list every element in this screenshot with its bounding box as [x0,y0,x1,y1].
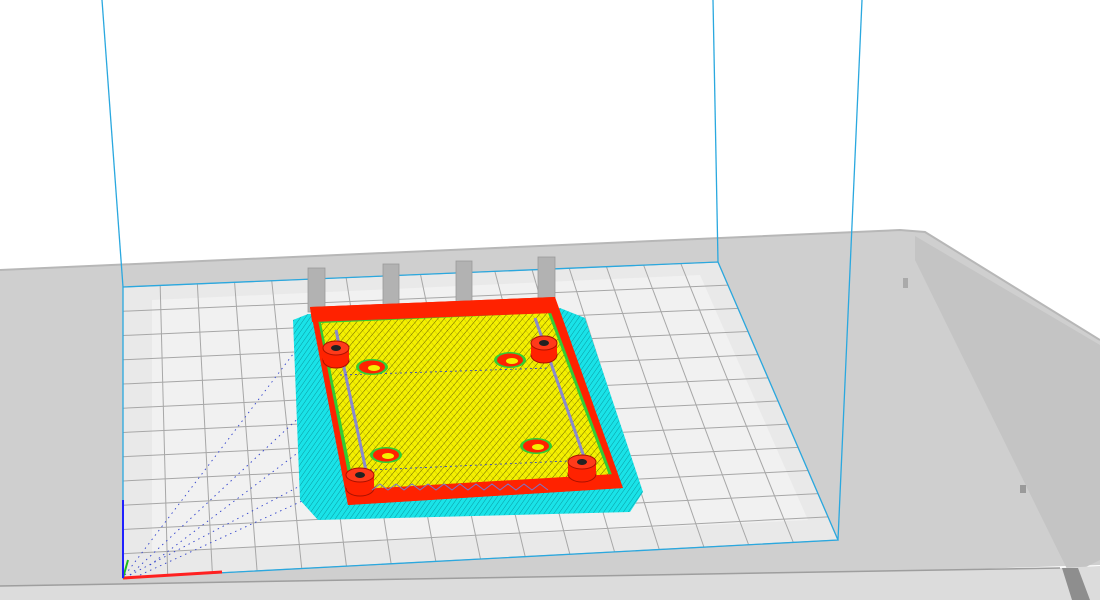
hole-2 [494,352,526,368]
boss-front-right [567,454,597,483]
hole-3 [370,447,402,463]
boss-front-left [345,467,375,497]
platform-bolt-top [903,278,908,288]
hole-4 [520,438,552,454]
scene[interactable] [0,0,1100,600]
layer-view-viewport[interactable] [0,0,1100,600]
hole-1 [356,359,388,375]
platform-bolt-right [1020,485,1026,493]
boss-back-left [322,340,350,369]
boss-back-right [530,335,558,364]
